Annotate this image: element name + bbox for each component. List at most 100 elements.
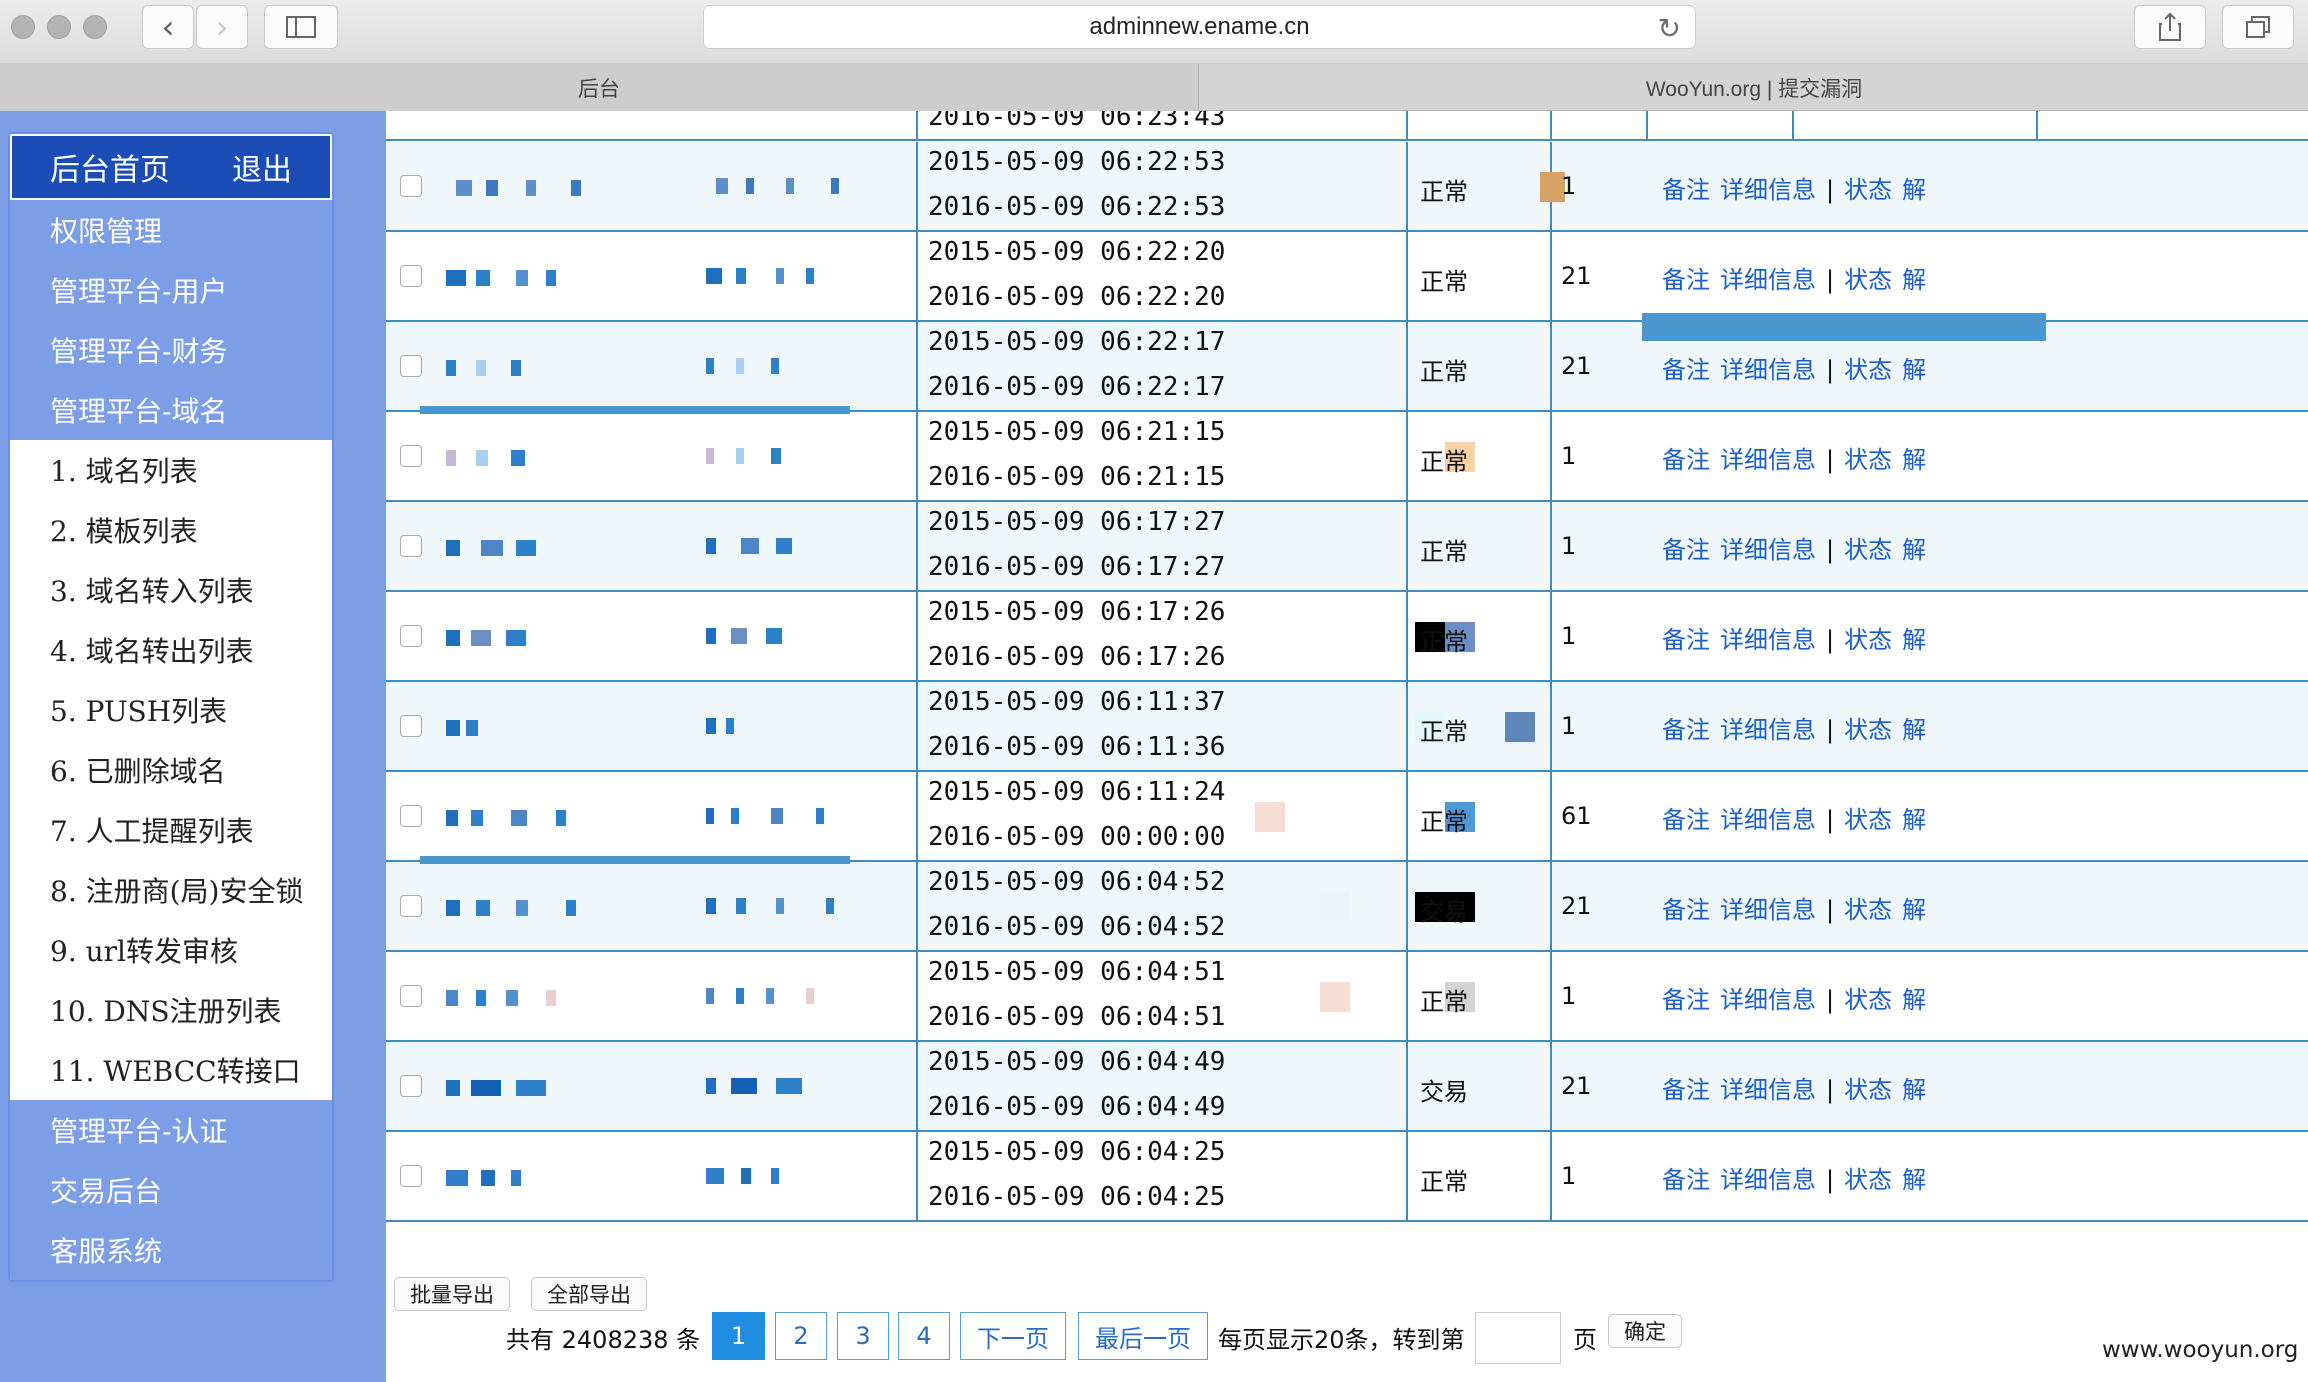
home-link[interactable]: 后台首页 xyxy=(50,145,170,189)
menu-item-security-lock[interactable]: 8. 注册商(局)安全锁 xyxy=(10,860,332,920)
tab-admin[interactable]: 后台 xyxy=(0,64,1199,111)
menu-item-transfer-out[interactable]: 4. 域名转出列表 xyxy=(10,620,332,680)
status-link[interactable]: 状态 xyxy=(1844,626,1892,654)
forward-button[interactable]: › xyxy=(196,5,248,49)
export-selected-button[interactable]: 批量导出 xyxy=(394,1277,510,1311)
more-link[interactable]: 解 xyxy=(1902,986,1926,1014)
menu-item-template-list[interactable]: 2. 模板列表 xyxy=(10,500,332,560)
note-link[interactable]: 备注 xyxy=(1662,986,1710,1014)
page-1-button[interactable]: 1 xyxy=(712,1312,765,1360)
note-link[interactable]: 备注 xyxy=(1662,1076,1710,1104)
row-checkbox[interactable] xyxy=(400,355,422,377)
menu-group-finance[interactable]: 管理平台-财务 xyxy=(10,320,332,380)
menu-group-user[interactable]: 管理平台-用户 xyxy=(10,260,332,320)
sidebar-toggle-button[interactable] xyxy=(264,5,338,49)
menu-item-webcc[interactable]: 11. WEBCC转接口 xyxy=(10,1040,332,1100)
status-link[interactable]: 状态 xyxy=(1844,266,1892,294)
more-link[interactable]: 解 xyxy=(1902,1166,1926,1194)
status-link[interactable]: 状态 xyxy=(1844,716,1892,744)
note-link[interactable]: 备注 xyxy=(1662,176,1710,204)
status-link[interactable]: 状态 xyxy=(1844,806,1892,834)
row-checkbox[interactable] xyxy=(400,625,422,647)
detail-link[interactable]: 详细信息 xyxy=(1720,536,1816,564)
menu-item-transfer-in[interactable]: 3. 域名转入列表 xyxy=(10,560,332,620)
note-link[interactable]: 备注 xyxy=(1662,716,1710,744)
minimize-window-button[interactable] xyxy=(47,15,71,39)
status-link[interactable]: 状态 xyxy=(1844,896,1892,924)
row-checkbox[interactable] xyxy=(400,265,422,287)
more-link[interactable]: 解 xyxy=(1902,716,1926,744)
page-2-button[interactable]: 2 xyxy=(775,1312,827,1360)
zoom-window-button[interactable] xyxy=(83,15,107,39)
note-link[interactable]: 备注 xyxy=(1662,626,1710,654)
detail-link[interactable]: 详细信息 xyxy=(1720,446,1816,474)
page-4-button[interactable]: 4 xyxy=(898,1312,950,1360)
detail-link[interactable]: 详细信息 xyxy=(1720,176,1816,204)
confirm-button[interactable]: 确定 xyxy=(1608,1314,1682,1348)
row-checkbox[interactable] xyxy=(400,1075,422,1097)
close-window-button[interactable] xyxy=(11,15,35,39)
status-link[interactable]: 状态 xyxy=(1844,536,1892,564)
menu-item-deleted[interactable]: 6. 已删除域名 xyxy=(10,740,332,800)
row-checkbox[interactable] xyxy=(400,985,422,1007)
menu-group-auth[interactable]: 管理平台-认证 xyxy=(10,1100,332,1160)
menu-group-domain[interactable]: 管理平台-域名 xyxy=(10,380,332,440)
row-checkbox[interactable] xyxy=(400,805,422,827)
detail-link[interactable]: 详细信息 xyxy=(1720,356,1816,384)
tab-wooyun[interactable]: WooYun.org | 提交漏洞 xyxy=(1200,64,2308,111)
more-link[interactable]: 解 xyxy=(1902,446,1926,474)
note-link[interactable]: 备注 xyxy=(1662,806,1710,834)
detail-link[interactable]: 详细信息 xyxy=(1720,626,1816,654)
status-link[interactable]: 状态 xyxy=(1844,1166,1892,1194)
menu-group-trade[interactable]: 交易后台 xyxy=(10,1160,332,1220)
export-all-button[interactable]: 全部导出 xyxy=(531,1277,647,1311)
share-button[interactable] xyxy=(2134,5,2206,49)
note-link[interactable]: 备注 xyxy=(1662,536,1710,564)
more-link[interactable]: 解 xyxy=(1902,176,1926,204)
more-link[interactable]: 解 xyxy=(1902,536,1926,564)
tabs-overview-button[interactable] xyxy=(2222,5,2294,49)
detail-link[interactable]: 详细信息 xyxy=(1720,1166,1816,1194)
detail-link[interactable]: 详细信息 xyxy=(1720,806,1816,834)
menu-item-domain-list[interactable]: 1. 域名列表 xyxy=(10,440,332,500)
next-page-button[interactable]: 下一页 xyxy=(960,1312,1066,1360)
more-link[interactable]: 解 xyxy=(1902,356,1926,384)
more-link[interactable]: 解 xyxy=(1902,1076,1926,1104)
status-link[interactable]: 状态 xyxy=(1844,986,1892,1014)
note-link[interactable]: 备注 xyxy=(1662,356,1710,384)
more-link[interactable]: 解 xyxy=(1902,626,1926,654)
row-checkbox[interactable] xyxy=(400,535,422,557)
menu-group-permissions[interactable]: 权限管理 xyxy=(10,200,332,260)
note-link[interactable]: 备注 xyxy=(1662,446,1710,474)
detail-link[interactable]: 详细信息 xyxy=(1720,986,1816,1014)
menu-item-reminder[interactable]: 7. 人工提醒列表 xyxy=(10,800,332,860)
more-link[interactable]: 解 xyxy=(1902,266,1926,294)
note-link[interactable]: 备注 xyxy=(1662,266,1710,294)
goto-page-input[interactable] xyxy=(1475,1312,1561,1364)
row-checkbox[interactable] xyxy=(400,445,422,467)
menu-item-dns-register[interactable]: 10. DNS注册列表 xyxy=(10,980,332,1040)
detail-link[interactable]: 详细信息 xyxy=(1720,716,1816,744)
status-link[interactable]: 状态 xyxy=(1844,446,1892,474)
note-link[interactable]: 备注 xyxy=(1662,1166,1710,1194)
note-link[interactable]: 备注 xyxy=(1662,896,1710,924)
row-checkbox[interactable] xyxy=(400,1165,422,1187)
status-link[interactable]: 状态 xyxy=(1844,1076,1892,1104)
last-page-button[interactable]: 最后一页 xyxy=(1078,1312,1208,1360)
address-bar[interactable]: adminnew.ename.cn ↻ xyxy=(703,5,1696,49)
logout-link[interactable]: 退出 xyxy=(232,145,292,189)
row-checkbox[interactable] xyxy=(400,715,422,737)
row-checkbox[interactable] xyxy=(400,175,422,197)
status-link[interactable]: 状态 xyxy=(1844,176,1892,204)
page-3-button[interactable]: 3 xyxy=(837,1312,889,1360)
menu-item-push[interactable]: 5. PUSH列表 xyxy=(10,680,332,740)
row-checkbox[interactable] xyxy=(400,895,422,917)
detail-link[interactable]: 详细信息 xyxy=(1720,266,1816,294)
detail-link[interactable]: 详细信息 xyxy=(1720,896,1816,924)
more-link[interactable]: 解 xyxy=(1902,806,1926,834)
detail-link[interactable]: 详细信息 xyxy=(1720,1076,1816,1104)
more-link[interactable]: 解 xyxy=(1902,896,1926,924)
status-link[interactable]: 状态 xyxy=(1844,356,1892,384)
menu-item-url-forward[interactable]: 9. url转发审核 xyxy=(10,920,332,980)
menu-group-support[interactable]: 客服系统 xyxy=(10,1220,332,1280)
